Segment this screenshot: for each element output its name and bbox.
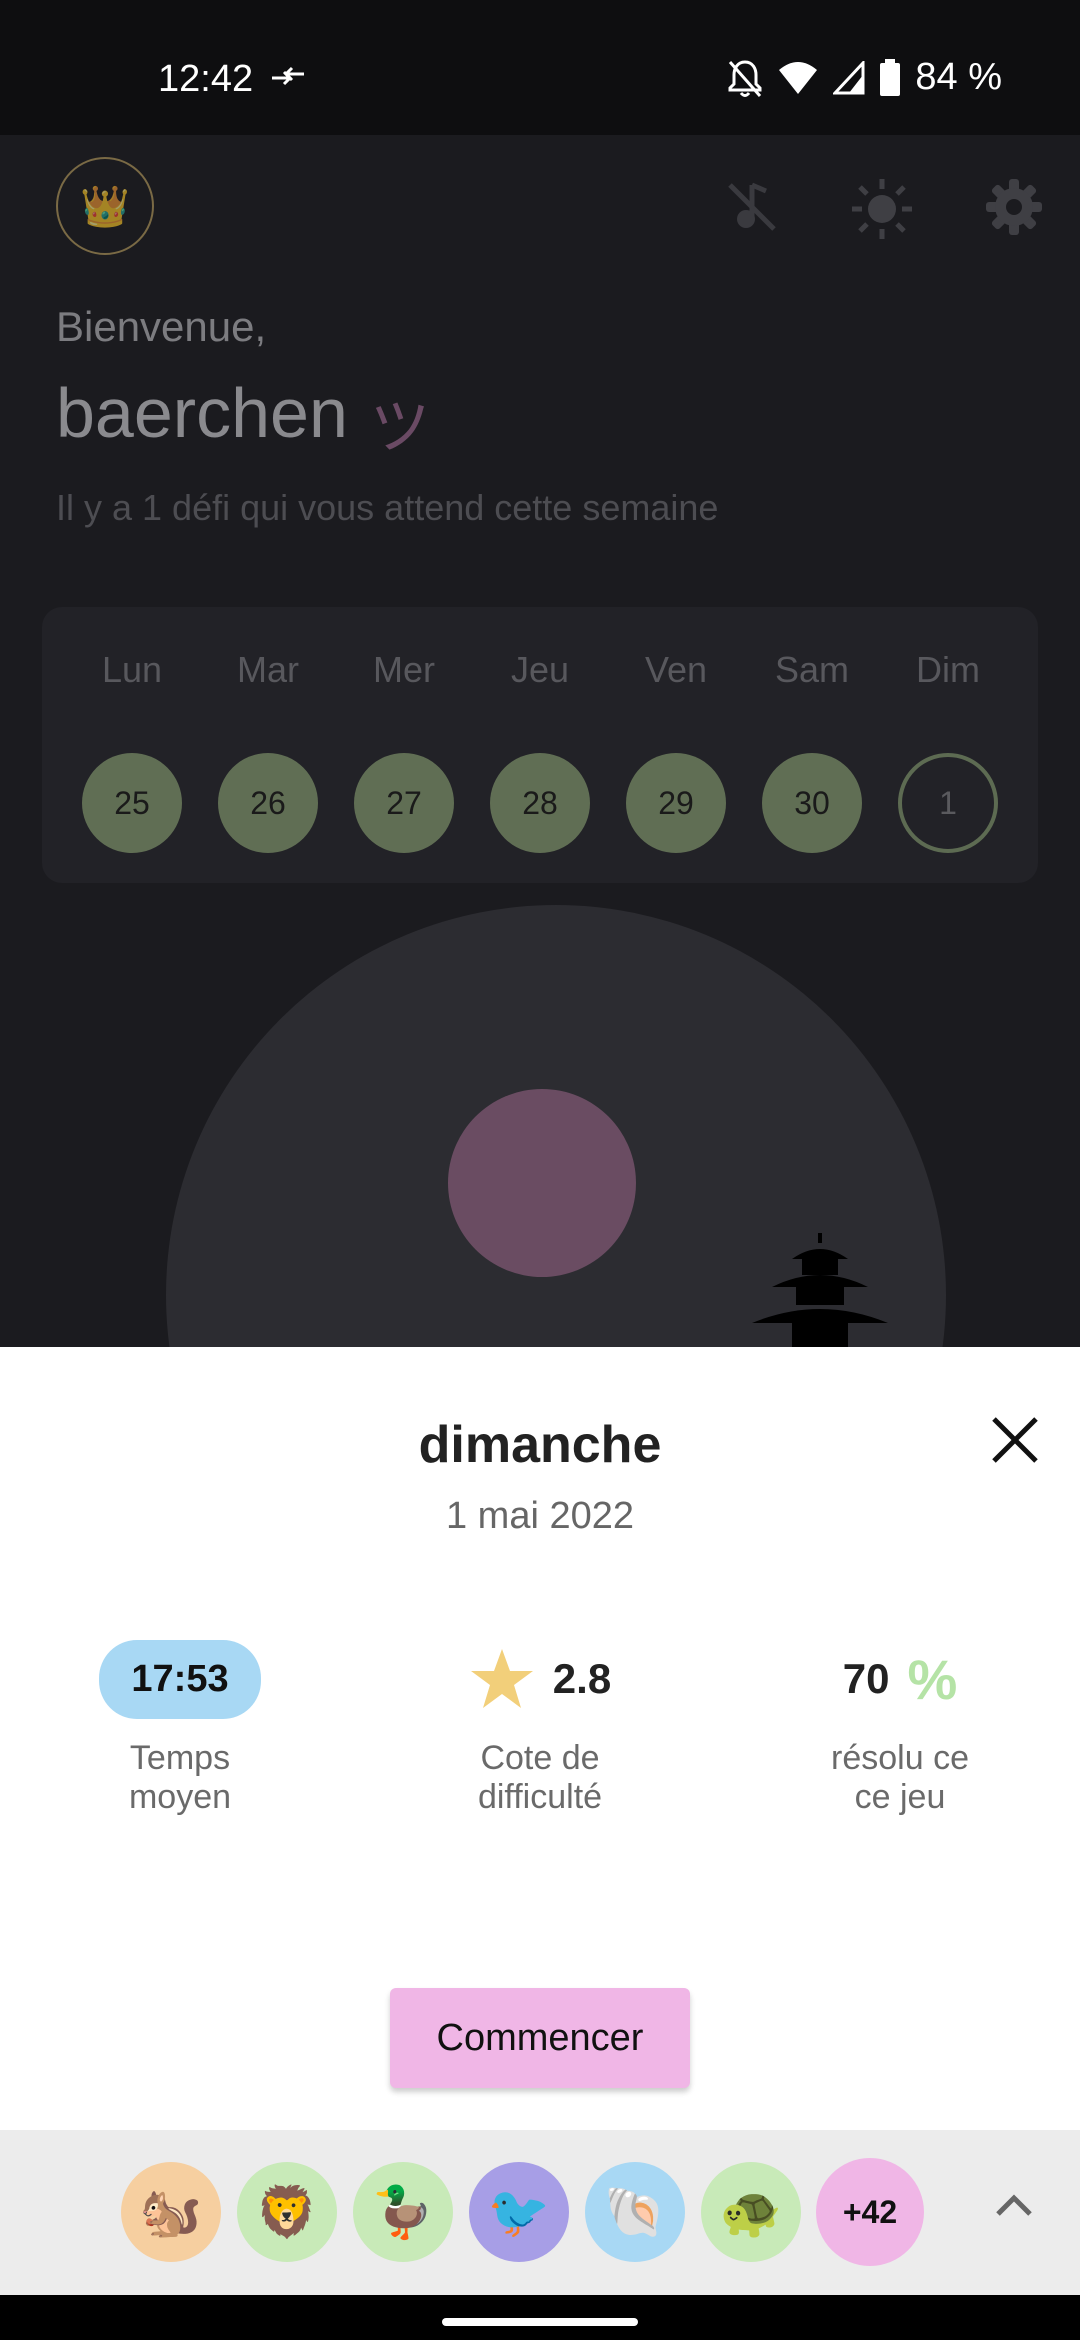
notifications-off-icon bbox=[728, 59, 762, 97]
home-screen: 👑 Bienvenue, baerchen ツ Il y a 1 défi qu… bbox=[0, 135, 1080, 1347]
day-date: 1 bbox=[898, 753, 998, 853]
greeting-text: Bienvenue, bbox=[56, 303, 267, 350]
pagoda-icon bbox=[752, 1233, 888, 1347]
day-name: Mer bbox=[373, 649, 435, 690]
more-players-badge[interactable]: +42 bbox=[816, 2158, 924, 2266]
day-date: 25 bbox=[82, 753, 182, 853]
day-date: 26 bbox=[218, 753, 318, 853]
data-transfer-icon bbox=[272, 66, 304, 86]
day-name: Sam bbox=[774, 649, 850, 690]
day-date: 29 bbox=[626, 753, 726, 853]
stat-difficulty: 2.8 Cote de difficulté bbox=[390, 1641, 690, 1817]
day-name: Ven bbox=[644, 649, 708, 690]
stat-solved: 70 % résolu ce ce jeu bbox=[750, 1641, 1050, 1817]
username-symbol: ツ bbox=[370, 394, 430, 461]
day-saturday[interactable]: Sam 30 bbox=[762, 645, 862, 853]
player-avatar[interactable]: 🐿️ bbox=[121, 2162, 221, 2262]
day-name: Jeu bbox=[510, 649, 570, 690]
lion-icon: 🦁 bbox=[255, 2183, 319, 2240]
day-name: Dim bbox=[916, 649, 980, 690]
stat-label: Cote de bbox=[480, 1739, 600, 1777]
stat-label: ce jeu bbox=[854, 1778, 946, 1816]
shell-icon: 🐚 bbox=[603, 2183, 667, 2240]
battery-icon bbox=[880, 58, 901, 96]
percent-symbol: % bbox=[907, 1647, 958, 1711]
player-avatar[interactable]: 🐦 bbox=[469, 2162, 569, 2262]
turtle-icon: 🐢 bbox=[719, 2183, 783, 2240]
start-button[interactable]: Commencer bbox=[390, 1988, 690, 2088]
stat-label: Temps bbox=[129, 1739, 231, 1777]
status-time: 12:42 bbox=[158, 58, 254, 100]
duck-icon: 🦆 bbox=[371, 2183, 435, 2240]
day-friday[interactable]: Ven 29 bbox=[626, 645, 726, 853]
music-off-icon[interactable] bbox=[722, 177, 782, 237]
sheet-title: dimanche bbox=[418, 1416, 662, 1474]
sun-illustration bbox=[448, 1089, 636, 1277]
week-calendar: Lun 25 Mar 26 Mer 27 Jeu 28 Ven 29 Sam 3… bbox=[42, 607, 1038, 883]
day-tuesday[interactable]: Mar 26 bbox=[218, 645, 318, 853]
stat-label: difficulté bbox=[477, 1778, 603, 1816]
chevron-up-icon[interactable] bbox=[990, 2182, 1038, 2230]
squirrel-icon: 🐿️ bbox=[139, 2183, 203, 2240]
crown-icon: 👑 bbox=[80, 184, 130, 229]
sheet-date: 1 mai 2022 bbox=[445, 1495, 634, 1537]
solved-value: 70 bbox=[842, 1655, 890, 1702]
status-bar: 12:42 84 % bbox=[0, 0, 1080, 135]
bird-icon: 🐦 bbox=[487, 2183, 551, 2240]
player-avatar[interactable]: 🐚 bbox=[585, 2162, 685, 2262]
day-name: Lun bbox=[101, 649, 163, 690]
home-gesture-handle[interactable] bbox=[442, 2318, 638, 2326]
stat-label: moyen bbox=[128, 1778, 232, 1816]
day-detail-sheet: dimanche 1 mai 2022 17:53 Temps moyen 2.… bbox=[0, 1347, 1080, 2130]
premium-button[interactable]: 👑 bbox=[56, 157, 154, 255]
brightness-icon[interactable] bbox=[850, 177, 914, 241]
challenge-subtitle: Il y a 1 défi qui vous attend cette sema… bbox=[56, 487, 719, 528]
day-date: 30 bbox=[762, 753, 862, 853]
player-avatar[interactable]: 🦁 bbox=[237, 2162, 337, 2262]
cell-signal-icon bbox=[833, 60, 865, 94]
day-date: 27 bbox=[354, 753, 454, 853]
stat-average-time: 17:53 Temps moyen bbox=[30, 1639, 330, 1817]
battery-level: 84 % bbox=[915, 56, 1002, 98]
day-monday[interactable]: Lun 25 bbox=[82, 645, 182, 853]
difficulty-value: 2.8 bbox=[552, 1655, 612, 1702]
star-icon bbox=[470, 1649, 533, 1708]
players-bar: 🐿️ 🦁 🦆 🐦 🐚 🐢 +42 bbox=[0, 2130, 1080, 2295]
day-thursday[interactable]: Jeu 28 bbox=[490, 645, 590, 853]
day-sunday[interactable]: Dim 1 bbox=[898, 645, 998, 853]
settings-gear-icon[interactable] bbox=[984, 177, 1044, 237]
stat-label: résolu ce bbox=[831, 1739, 969, 1777]
day-wednesday[interactable]: Mer 27 bbox=[354, 645, 454, 853]
average-time-value: 17:53 bbox=[99, 1639, 261, 1719]
username: baerchen bbox=[56, 374, 348, 452]
day-date: 28 bbox=[490, 753, 590, 853]
day-name: Mar bbox=[237, 649, 299, 690]
wifi-icon bbox=[779, 61, 818, 94]
close-icon[interactable] bbox=[984, 1409, 1046, 1471]
player-avatar[interactable]: 🦆 bbox=[353, 2162, 453, 2262]
player-avatar[interactable]: 🐢 bbox=[701, 2162, 801, 2262]
